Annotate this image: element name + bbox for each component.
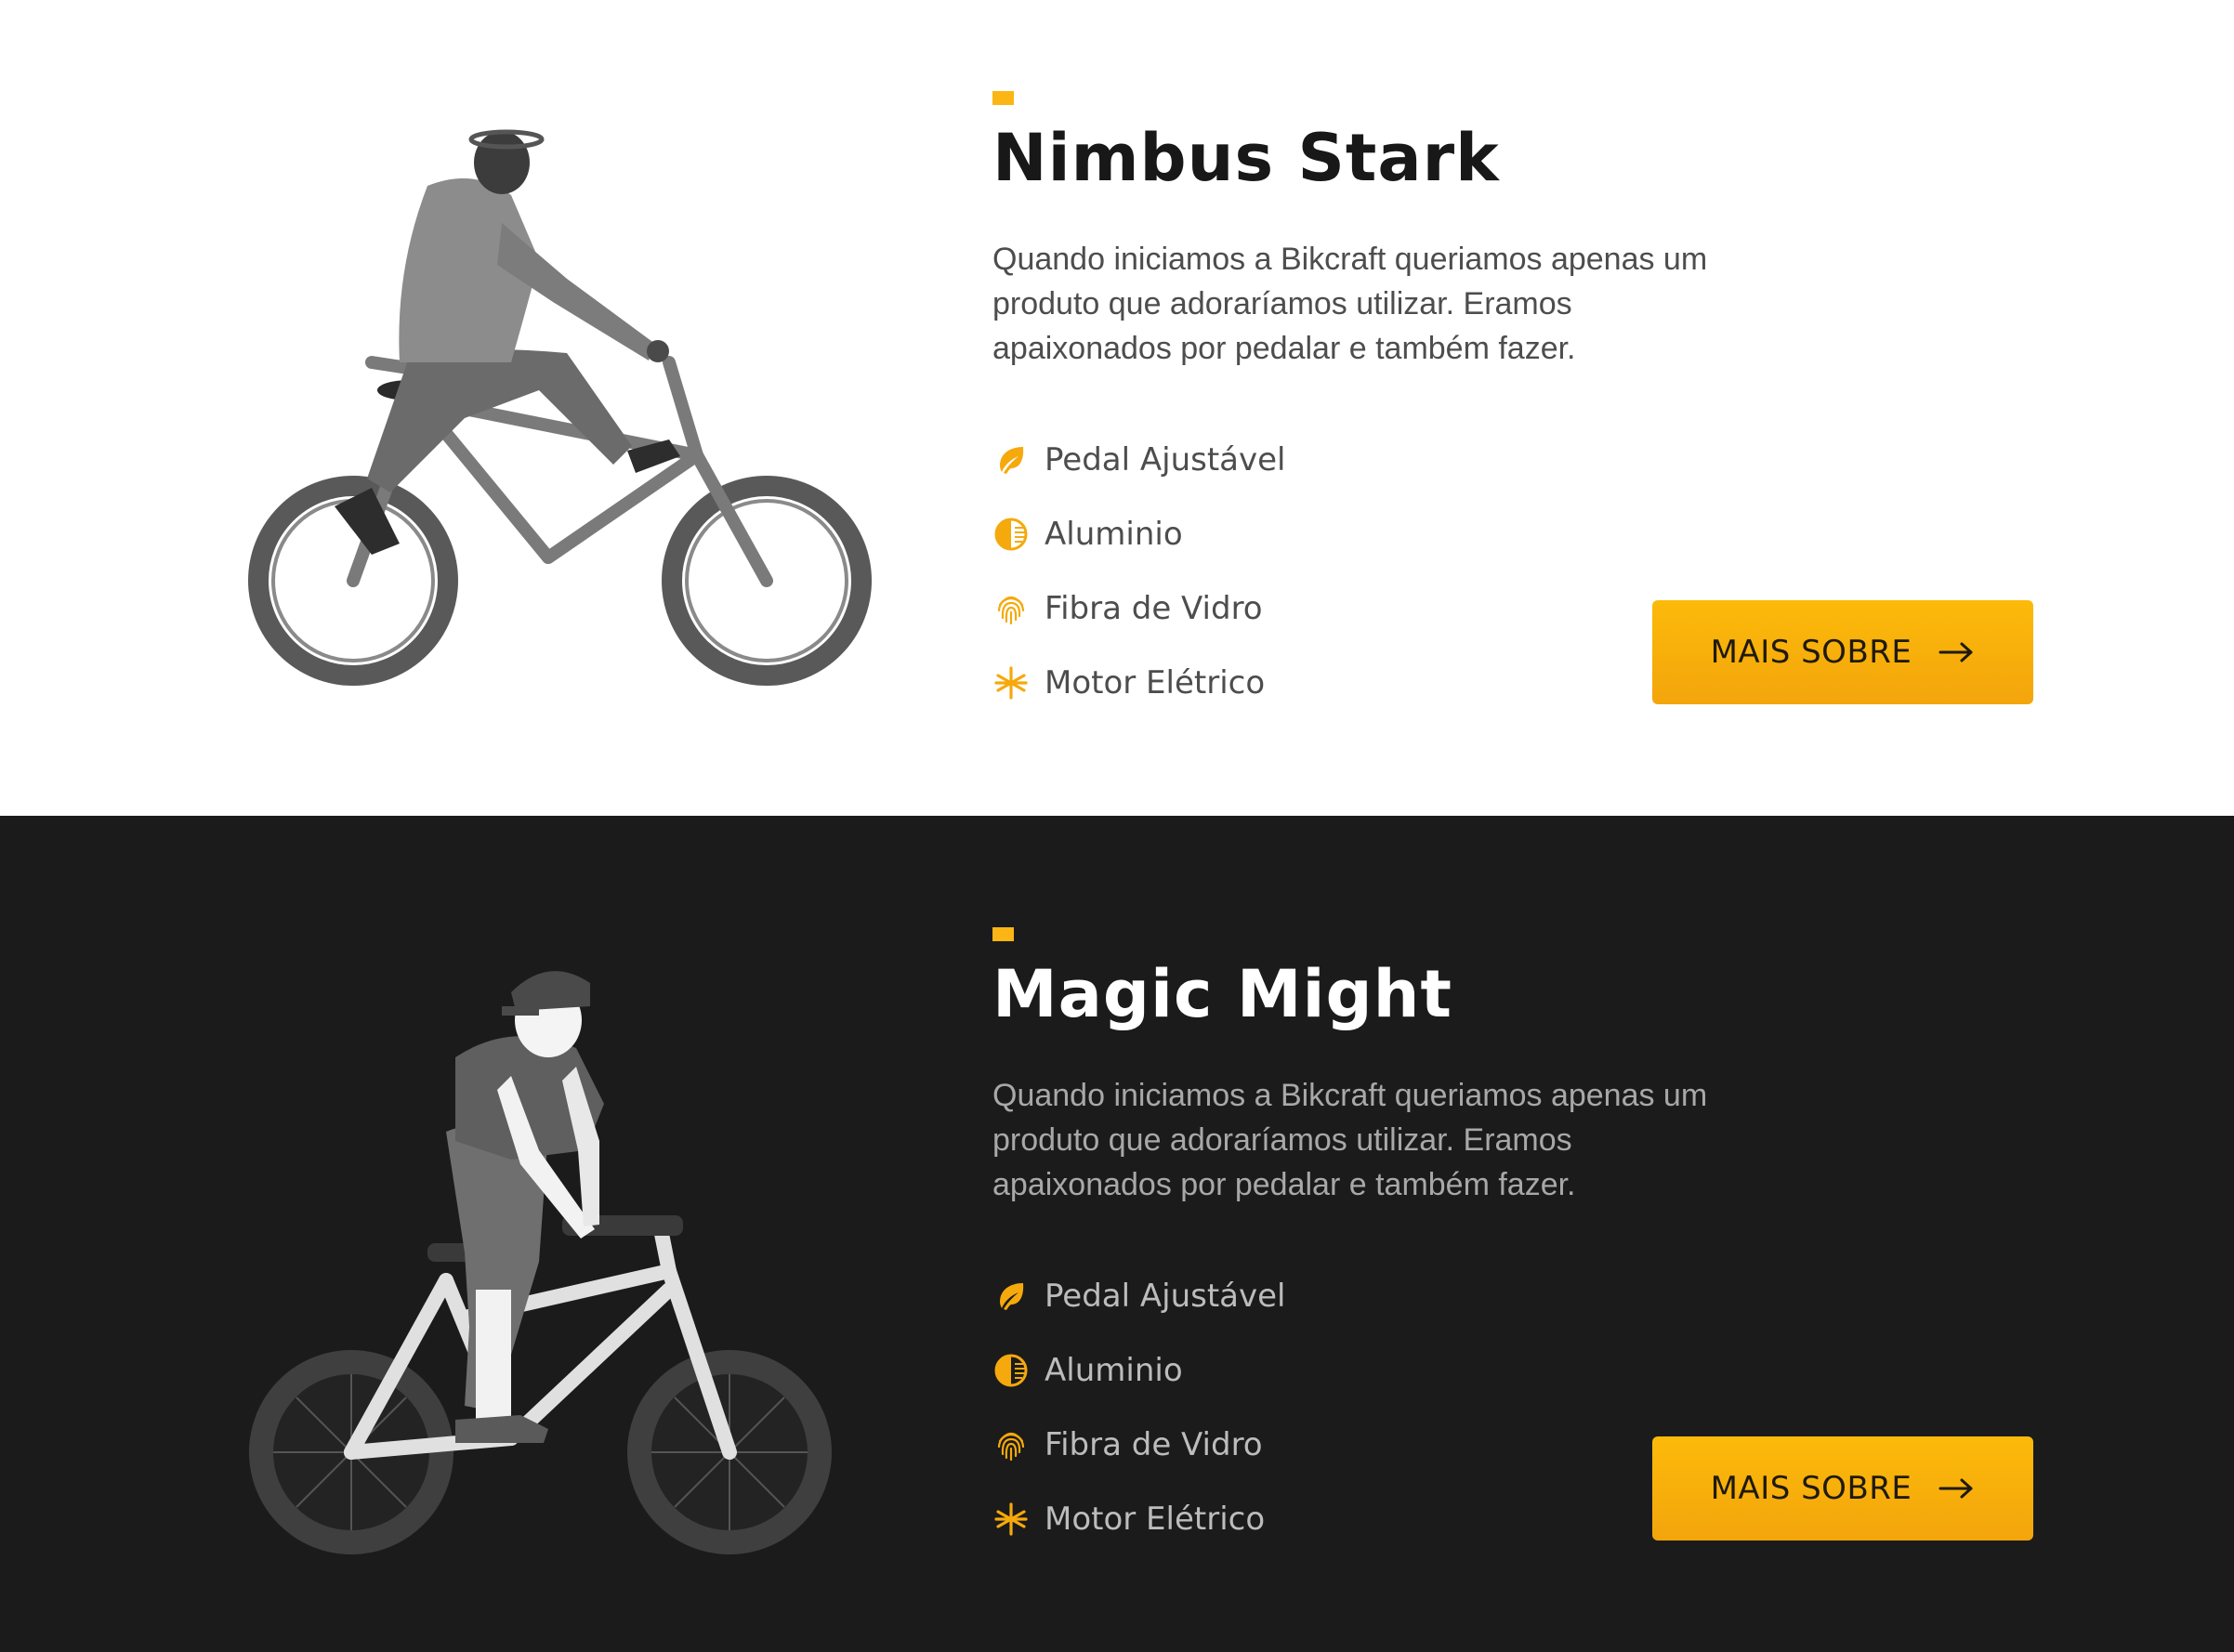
feature-item: Aluminio: [992, 497, 2043, 571]
button-label: MAIS SOBRE: [1710, 634, 1912, 671]
half-circle-icon: [992, 1352, 1030, 1389]
product-description: Quando iniciamos a Bikcraft queriamos ap…: [992, 1078, 1708, 1202]
feature-item: Aluminio: [992, 1333, 2043, 1408]
title-accent-mark: [992, 927, 1014, 941]
leaf-icon: [992, 1278, 1030, 1315]
feature-label: Pedal Ajustável: [1045, 441, 1286, 479]
feature-label: Fibra de Vidro: [1045, 1426, 1263, 1463]
button-label: MAIS SOBRE: [1710, 1470, 1912, 1507]
product-title: Nimbus Stark: [992, 120, 1500, 196]
fingerprint-icon: [992, 590, 1030, 627]
feature-label: Pedal Ajustável: [1045, 1278, 1286, 1315]
product-description: Quando iniciamos a Bikcraft queriamos ap…: [992, 242, 1708, 366]
feature-label: Motor Elétrico: [1045, 1501, 1266, 1538]
product-section-magic-might: Magic Might Quando iniciamos a Bikcraft …: [0, 816, 2234, 1652]
product-section-nimbus-stark: Nimbus Stark Quando iniciamos a Bikcraft…: [0, 0, 2234, 816]
feature-item: Pedal Ajustável: [992, 1259, 2043, 1333]
mais-sobre-button[interactable]: MAIS SOBRE: [1652, 600, 2033, 704]
arrow-right-icon: [1938, 1478, 1973, 1499]
snowflake-icon: [992, 1501, 1030, 1538]
feature-label: Fibra de Vidro: [1045, 590, 1263, 627]
half-circle-icon: [992, 516, 1030, 553]
snowflake-icon: [992, 664, 1030, 701]
feature-label: Motor Elétrico: [1045, 664, 1266, 701]
mais-sobre-button[interactable]: MAIS SOBRE: [1652, 1436, 2033, 1541]
arrow-right-icon: [1938, 642, 1973, 662]
product-title: Magic Might: [992, 956, 1452, 1032]
feature-item: Pedal Ajustável: [992, 423, 2043, 497]
product-image-nimbus-stark: [232, 111, 901, 706]
feature-label: Aluminio: [1045, 1352, 1183, 1389]
leaf-icon: [992, 441, 1030, 479]
product-image-magic-might: [232, 918, 901, 1587]
fingerprint-icon: [992, 1426, 1030, 1463]
title-accent-mark: [992, 91, 1014, 105]
feature-label: Aluminio: [1045, 516, 1183, 553]
